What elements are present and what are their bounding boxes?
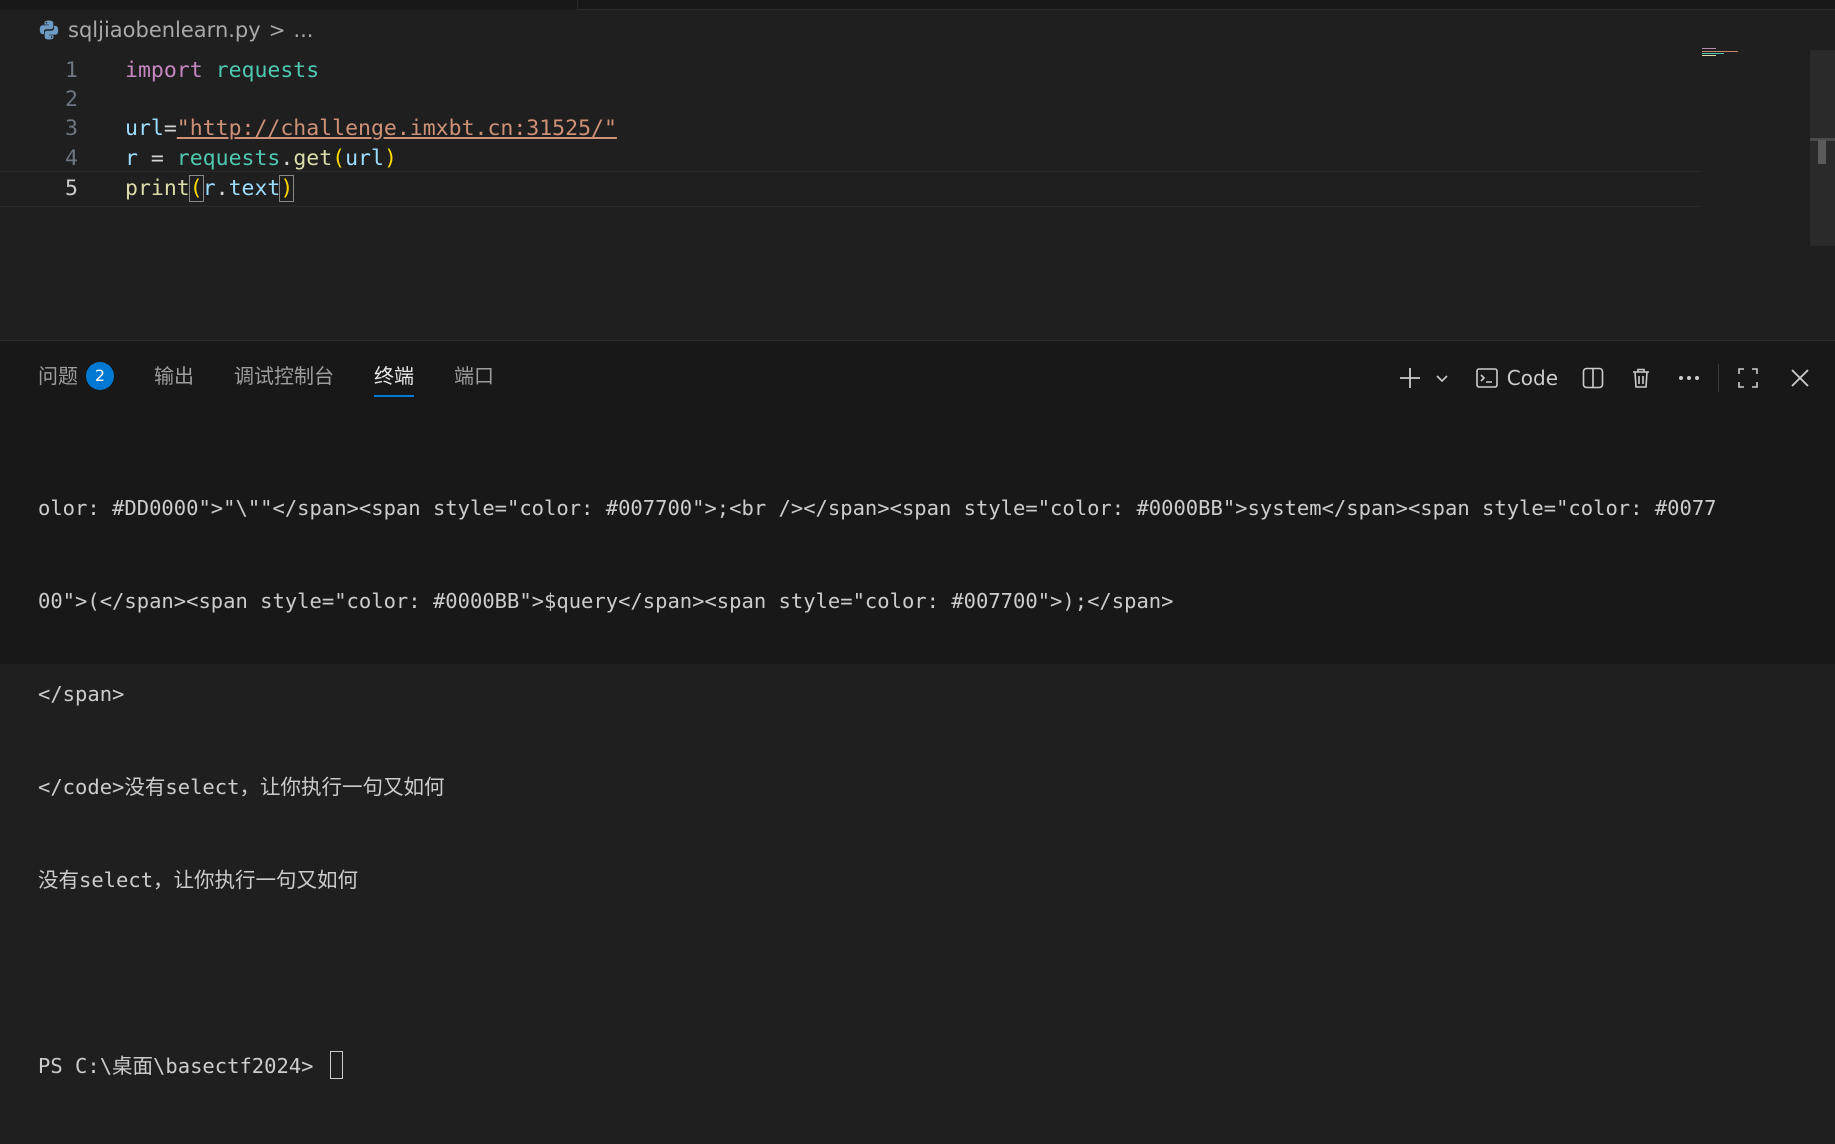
tab-debug-console[interactable]: 调试控制台: [234, 359, 334, 393]
code-token: .: [215, 176, 229, 201]
python-file-icon: [38, 19, 60, 41]
code-token: print: [125, 176, 190, 201]
code-token: =: [163, 116, 177, 141]
code-token: ): [383, 146, 397, 171]
code-token: (: [332, 146, 346, 171]
tab-label: 终端: [374, 364, 414, 388]
terminal-line: ​: [38, 958, 1818, 989]
editor-vertical-scrollbar[interactable]: [1810, 50, 1835, 246]
line-number: 5: [65, 176, 78, 201]
line-number: 3: [65, 116, 78, 141]
terminal-output[interactable]: olor: #DD0000">"\""</span><span style="c…: [38, 431, 1818, 1144]
terminal-cursor: [329, 1051, 343, 1079]
code-token: (: [188, 175, 204, 202]
panel-actions: Code: [1395, 361, 1835, 395]
tab-label: 问题: [38, 364, 78, 388]
code-token: .: [280, 146, 294, 171]
terminal-line: 没有select，让你执行一句又如何: [38, 868, 359, 892]
tab-output[interactable]: 输出: [154, 359, 194, 393]
code-token: =: [137, 146, 177, 171]
actions-divider: [1718, 364, 1719, 392]
terminal-profile-label: Code: [1506, 366, 1558, 390]
terminal-line: </code>没有select，让你执行一句又如何: [38, 775, 445, 799]
terminal-line: olor: #DD0000">"\""</span><span style="c…: [38, 496, 1717, 520]
editor-line[interactable]: 3 url="http://challenge.imxbt.cn:31525/": [0, 112, 1700, 146]
terminal-icon: [1475, 366, 1499, 390]
tab-problems[interactable]: 问题 2: [38, 359, 114, 393]
bottom-panel: 问题 2 输出 调试控制台 终端 端口 Code olor: #DD0000">…: [0, 340, 1835, 1079]
code-token: requests: [215, 58, 320, 83]
terminal-line: </span>: [38, 682, 125, 706]
code-token: text: [228, 176, 281, 201]
scrollbar-thumb[interactable]: [1818, 140, 1826, 164]
ellipsis-icon[interactable]: [1674, 375, 1704, 381]
code-token: ): [279, 175, 295, 202]
editor-line[interactable]: 5 print(r.text): [0, 171, 1700, 207]
breadcrumb-more[interactable]: ...: [293, 18, 313, 42]
code-token: requests: [176, 146, 281, 171]
terminal-profile-button[interactable]: Code: [1475, 366, 1558, 390]
maximize-icon[interactable]: [1733, 366, 1763, 390]
tab-strip-edge: [577, 0, 1835, 10]
terminal-line: 00">(</span><span style="color: #0000BB"…: [38, 589, 1174, 613]
chevron-down-icon[interactable]: [1429, 370, 1455, 386]
terminal-prompt-line: PS C:\桌面\basectf2024>: [38, 1051, 1818, 1082]
tab-label: 调试控制台: [234, 364, 334, 388]
code-token: url: [345, 146, 384, 171]
tab-terminal[interactable]: 终端: [374, 359, 414, 397]
breadcrumb: sqljiaobenlearn.py > ...: [38, 16, 313, 44]
code-token: "http://challenge.imxbt.cn:31525/": [176, 116, 617, 141]
line-code: url="http://challenge.imxbt.cn:31525/": [125, 112, 617, 146]
tab-label: 端口: [454, 364, 494, 388]
code-token: r: [125, 146, 138, 171]
code-editor[interactable]: 1 import requests 2 3 url="http://challenge.…: [0, 50, 1835, 340]
editor-tab-strip: [0, 0, 1835, 10]
minimap[interactable]: [1700, 46, 1740, 60]
terminal-prompt: PS C:\桌面\basectf2024>: [38, 1054, 326, 1078]
problems-count-badge: 2: [86, 362, 114, 390]
chevron-right-icon: >: [268, 18, 286, 42]
close-icon[interactable]: [1785, 367, 1815, 389]
code-token: r: [202, 176, 216, 201]
code-token: url: [125, 116, 164, 141]
tab-label: 输出: [154, 364, 194, 388]
plus-icon[interactable]: [1395, 366, 1425, 390]
tab-ports[interactable]: 端口: [454, 359, 494, 393]
code-token: import: [125, 58, 203, 83]
split-icon[interactable]: [1578, 366, 1608, 390]
trash-icon[interactable]: [1626, 366, 1656, 390]
line-code: print(r.text): [125, 172, 295, 206]
code-token: get: [293, 146, 333, 171]
breadcrumb-file[interactable]: sqljiaobenlearn.py: [68, 18, 261, 42]
panel-tabs: 问题 2 输出 调试控制台 终端 端口: [38, 359, 494, 397]
